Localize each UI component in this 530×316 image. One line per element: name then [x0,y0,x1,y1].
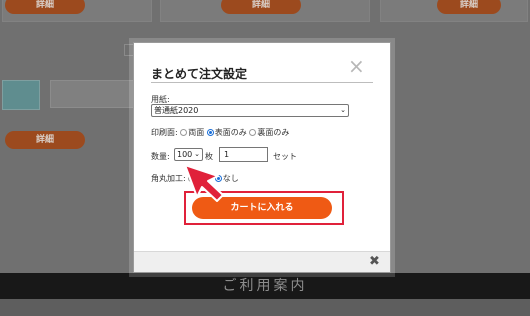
paper-select[interactable]: 普通紙2020 ⌄ [151,104,349,117]
radio-back-only[interactable] [249,129,257,136]
quantity-unit: 枚 [205,152,213,161]
print-side-row: 印刷面: 両面 表面のみ 裏面のみ [151,127,289,138]
close-icon[interactable]: × [348,56,365,76]
product-field [50,80,140,108]
dialog-title: まとめて注文設定 [151,67,248,81]
divider [151,82,373,83]
radio-label-duplex: 両面 [188,128,205,137]
paper-select-value: 普通紙2020 [154,106,199,115]
pointer-arrow-icon [184,164,224,202]
detail-button[interactable]: 詳細 [5,131,85,149]
page-bottom [0,299,530,316]
close-icon[interactable]: ✖ [369,254,380,269]
quantity-select-value: 100 [177,150,193,159]
radio-label-back-only: 裏面のみ [257,128,290,137]
radio-label-front-only: 表面のみ [214,128,247,137]
bulk-order-dialog: まとめて注文設定 × 用紙: 普通紙2020 ⌄ 印刷面: 両面 表面のみ 裏面… [133,42,391,273]
chevron-down-icon: ⌄ [194,150,200,158]
quantity-select[interactable]: 100 ⌄ [174,148,203,161]
detail-button[interactable]: 詳細 [5,0,85,14]
set-unit: セット [273,152,297,161]
product-thumbnail [2,80,40,110]
radio-duplex[interactable] [180,129,188,136]
radio-front-only[interactable] [206,129,214,136]
detail-button[interactable]: 詳細 [437,0,501,14]
dialog-footer: ✖ [134,251,390,272]
rounded-corners-label: 角丸加工: [151,174,186,183]
chevron-down-icon: ⌄ [340,106,346,114]
set-quantity-input[interactable]: 1 [219,147,268,162]
detail-button[interactable]: 詳細 [221,0,301,14]
guide-footer[interactable]: ご利用案内 [0,273,530,299]
print-side-label: 印刷面: [151,128,178,137]
quantity-label: 数量: [151,152,170,161]
